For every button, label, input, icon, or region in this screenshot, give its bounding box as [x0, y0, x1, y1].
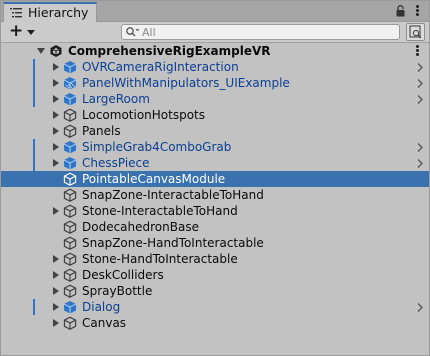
hierarchy-item[interactable]: Panels: [1, 123, 429, 139]
tab-bar: Hierarchy: [1, 1, 429, 22]
hierarchy-item-label: Dialog: [82, 300, 121, 314]
hierarchy-item-label: SprayBottle: [82, 284, 153, 298]
change-marker: [33, 155, 35, 171]
gameobject-cube-icon: [63, 268, 77, 282]
gameobject-cube-icon: [63, 124, 77, 138]
hierarchy-item[interactable]: SnapZone-HandToInteractable: [1, 235, 429, 251]
hierarchy-item[interactable]: ChessPiece: [1, 155, 429, 171]
open-prefab-chevron-icon[interactable]: [417, 143, 423, 152]
hierarchy-item[interactable]: LargeRoom: [1, 91, 429, 107]
hierarchy-item-label: DeskColliders: [82, 268, 164, 282]
expand-arrow-icon[interactable]: [53, 303, 59, 311]
gameobject-cube-icon: [63, 220, 77, 234]
open-prefab-chevron-icon[interactable]: [417, 303, 423, 312]
scene-search-icon: [409, 25, 422, 39]
expand-arrow-icon[interactable]: [53, 255, 59, 263]
hierarchy-item[interactable]: Canvas: [1, 315, 429, 331]
expand-arrow-icon[interactable]: [53, 159, 59, 167]
add-object-dropdown[interactable]: +: [9, 21, 35, 41]
prefab-variant-icon: [63, 77, 77, 90]
hierarchy-item-label: LargeRoom: [82, 92, 150, 106]
hierarchy-item[interactable]: DeskColliders: [1, 267, 429, 283]
hierarchy-item-label: Stone-InteractableToHand: [82, 204, 238, 218]
hierarchy-item[interactable]: DodecahedronBase: [1, 219, 429, 235]
gameobject-cube-icon: [63, 108, 77, 122]
hierarchy-item-label: SnapZone-InteractableToHand: [82, 188, 264, 202]
hierarchy-toolbar: +: [1, 22, 429, 43]
expand-arrow-icon[interactable]: [53, 143, 59, 151]
expand-arrow-icon[interactable]: [53, 79, 59, 87]
prefab-cube-icon: [63, 157, 77, 170]
scene-visibility-button[interactable]: [406, 23, 425, 41]
search-icon: [126, 27, 139, 37]
expand-arrow-icon[interactable]: [53, 111, 59, 119]
hierarchy-item-label: PointableCanvasModule: [82, 172, 226, 186]
hierarchy-item-label: SimpleGrab4ComboGrab: [82, 140, 232, 154]
expand-arrow-icon[interactable]: [53, 95, 59, 103]
hierarchy-item-label: Stone-HandToInteractable: [82, 252, 238, 266]
hierarchy-item[interactable]: Dialog: [1, 299, 429, 315]
hierarchy-item[interactable]: LocomotionHotspots: [1, 107, 429, 123]
hierarchy-item-label: Panels: [82, 124, 121, 138]
hierarchy-item[interactable]: Stone-HandToInteractable: [1, 251, 429, 267]
hierarchy-item-label: DodecahedronBase: [82, 220, 199, 234]
expand-arrow-icon[interactable]: [53, 271, 59, 279]
hierarchy-item-label: PanelWithManipulators_UIExample: [82, 76, 290, 90]
caret-down-icon: [27, 30, 35, 35]
expand-arrow-icon[interactable]: [53, 63, 59, 71]
gameobject-cube-icon: [63, 204, 77, 218]
change-marker: [33, 59, 35, 75]
prefab-cube-icon: [63, 301, 77, 314]
hierarchy-item-label: SnapZone-HandToInteractable: [82, 236, 264, 250]
hierarchy-item-label: ChessPiece: [82, 156, 150, 170]
expand-arrow-icon[interactable]: [53, 287, 59, 295]
tab-label: Hierarchy: [28, 5, 89, 20]
expand-arrow-icon[interactable]: [53, 127, 59, 135]
search-input[interactable]: [142, 25, 392, 39]
lock-icon[interactable]: [395, 5, 406, 17]
open-prefab-chevron-icon[interactable]: [417, 159, 423, 168]
scene-row[interactable]: ComprehensiveRigExampleVR: [1, 43, 429, 59]
gameobject-cube-icon: [63, 188, 77, 202]
prefab-cube-icon: [63, 61, 77, 74]
search-field[interactable]: [121, 24, 400, 40]
prefab-cube-icon: [63, 93, 77, 106]
hierarchy-item-label: LocomotionHotspots: [82, 108, 206, 122]
open-prefab-chevron-icon[interactable]: [417, 79, 423, 88]
hierarchy-item-label: Canvas: [82, 316, 127, 330]
hierarchy-item[interactable]: SimpleGrab4ComboGrab: [1, 139, 429, 155]
change-marker: [33, 91, 35, 107]
open-prefab-chevron-icon[interactable]: [417, 63, 423, 72]
open-prefab-chevron-icon[interactable]: [417, 95, 423, 104]
collapse-arrow-icon[interactable]: [37, 48, 45, 54]
plus-icon: +: [9, 21, 24, 41]
change-marker: [33, 75, 35, 91]
window-options-icon[interactable]: [411, 4, 423, 18]
hierarchy-item[interactable]: PointableCanvasModule: [1, 171, 429, 187]
prefab-cube-icon: [63, 141, 77, 154]
change-marker: [33, 139, 35, 155]
hierarchy-tree[interactable]: ComprehensiveRigExampleVR OVRCameraRigIn…: [1, 43, 429, 355]
scene-options-icon[interactable]: [411, 44, 423, 58]
tab-hierarchy[interactable]: Hierarchy: [3, 2, 97, 22]
hierarchy-item-label: OVRCameraRigInteraction: [82, 60, 239, 74]
gameobject-cube-icon: [63, 236, 77, 250]
expand-arrow-icon[interactable]: [53, 207, 59, 215]
hierarchy-item[interactable]: SprayBottle: [1, 283, 429, 299]
hierarchy-item[interactable]: SnapZone-InteractableToHand: [1, 187, 429, 203]
hierarchy-item[interactable]: OVRCameraRigInteraction: [1, 59, 429, 75]
expand-arrow-icon[interactable]: [53, 319, 59, 327]
change-marker: [33, 299, 35, 315]
hierarchy-item[interactable]: PanelWithManipulators_UIExample: [1, 75, 429, 91]
gameobject-cube-icon: [63, 316, 77, 330]
hierarchy-list-icon: [10, 8, 22, 18]
scene-label: ComprehensiveRigExampleVR: [68, 44, 271, 58]
gameobject-cube-icon: [63, 252, 77, 266]
hierarchy-item[interactable]: Stone-InteractableToHand: [1, 203, 429, 219]
unity-scene-icon: [50, 45, 62, 57]
gameobject-cube-icon: [63, 284, 77, 298]
gameobject-cube-icon: [63, 172, 77, 186]
hierarchy-window: Hierarchy + All ComprehensiveRigExampleV…: [0, 0, 430, 356]
